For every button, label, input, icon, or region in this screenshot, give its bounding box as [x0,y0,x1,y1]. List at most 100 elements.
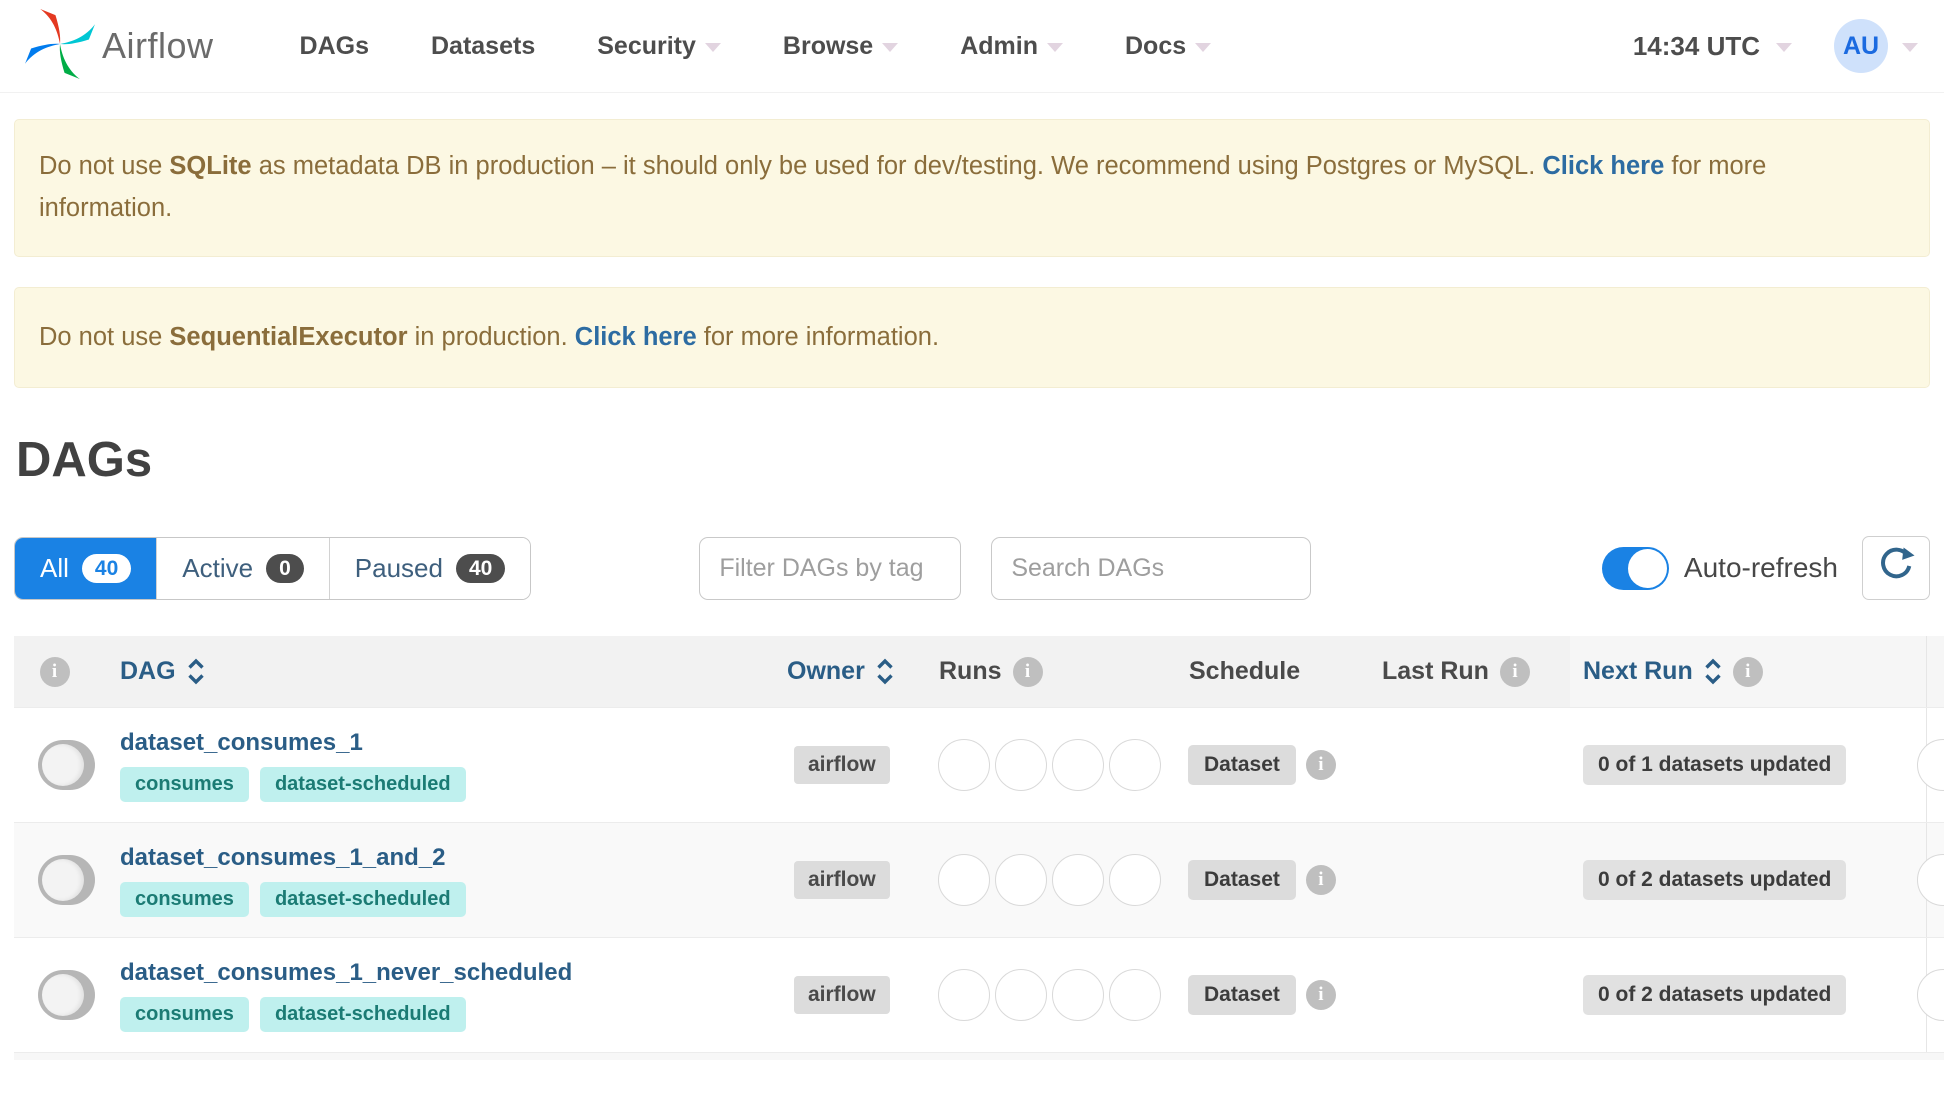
dag-pause-toggle[interactable] [38,740,95,791]
user-avatar[interactable]: AU [1834,19,1888,73]
nav-item-datasets[interactable]: Datasets [431,32,535,61]
run-status-circle[interactable] [1052,854,1104,907]
refresh-icon [1877,547,1915,590]
alert-text: Do not use [39,322,170,351]
airflow-pinwheel-icon [22,6,98,87]
info-icon[interactable]: i [1499,656,1530,687]
run-status-circle[interactable] [938,854,990,907]
next-row-edge [14,1052,1944,1061]
recent-tasks-cell [1917,938,1944,1053]
tab-count-badge: 40 [455,553,506,583]
sqlite-warning-banner: Do not use SQLite as metadata DB in prod… [14,119,1930,257]
column-header-last-run: Last Run i [1375,636,1570,707]
chevron-down-icon[interactable] [1776,43,1792,52]
schedule-badge[interactable]: Dataset [1188,745,1296,786]
tag-chip[interactable]: dataset-scheduled [259,766,466,802]
next-run-badge: 0 of 1 datasets updated [1583,745,1847,786]
sort-icon [876,658,894,685]
info-icon[interactable]: i [39,656,70,687]
schedule-badge[interactable]: Dataset [1188,975,1296,1016]
click-here-link[interactable]: Click here [575,323,697,351]
dag-link[interactable]: dataset_consumes_1_and_2 [120,844,446,872]
click-here-link[interactable]: Click here [1542,152,1664,180]
dag-table: i DAG Owner Runs i Schedule Last Run i N… [14,636,1944,1061]
nav-item-dags[interactable]: DAGs [300,32,369,61]
tag-filter-input[interactable] [699,536,962,600]
info-icon[interactable]: i [1012,656,1043,687]
chevron-down-icon [1047,43,1063,52]
run-status-circle[interactable] [1109,739,1161,792]
run-status-circle[interactable] [1109,969,1161,1022]
nav-item-admin[interactable]: Admin [960,32,1063,61]
tab-all[interactable]: All 40 [15,537,157,599]
dag-link[interactable]: dataset_consumes_1_never_scheduled [120,959,572,987]
sort-icon [187,658,205,685]
info-icon[interactable]: i [1305,980,1336,1011]
owner-badge[interactable]: airflow [794,976,890,1015]
run-status-circle[interactable] [1052,969,1104,1022]
nav-item-docs[interactable]: Docs [1125,32,1212,61]
column-header-schedule: Schedule [1185,636,1375,707]
toggle-knob [1627,548,1667,588]
tag-chip[interactable]: dataset-scheduled [259,996,466,1032]
column-label: Next Run [1583,657,1693,686]
schedule-cell: Dataset i [1185,823,1375,937]
utc-clock[interactable]: 14:34 UTC [1633,31,1760,62]
chevron-down-icon[interactable] [1902,43,1918,52]
page-title: DAGs [16,433,153,488]
column-header-dag[interactable]: DAG [95,636,775,707]
info-icon[interactable]: i [1732,656,1763,687]
owner-badge[interactable]: airflow [794,746,890,785]
run-status-circle[interactable] [995,969,1047,1022]
run-status-circle[interactable] [995,739,1047,792]
tag-chip[interactable]: consumes [120,881,249,917]
run-status-circle[interactable] [1052,739,1104,792]
airflow-brand[interactable]: Airflow [22,6,214,87]
column-header-owner[interactable]: Owner [775,636,935,707]
nav-item-browse[interactable]: Browse [782,31,899,61]
alert-text: for more information. [696,322,940,351]
tab-label: Paused [354,552,443,583]
nav-item-label: Datasets [431,31,536,60]
chevron-down-icon [882,43,899,52]
column-label: Runs [939,657,1002,686]
dag-pause-toggle[interactable] [38,855,95,906]
dag-link[interactable]: dataset_consumes_1 [120,729,363,757]
refresh-button[interactable] [1862,536,1930,601]
autorefresh-toggle[interactable] [1601,546,1669,590]
tag-chip[interactable]: consumes [120,766,249,802]
run-status-circle[interactable] [938,969,990,1022]
tab-count-badge: 0 [266,553,304,583]
tag-chip[interactable]: dataset-scheduled [259,881,466,917]
dag-tags: consumes dataset-scheduled [120,996,466,1032]
recent-tasks-cell [1917,823,1944,938]
nav-item-label: Browse [782,31,874,60]
next-run-cell: 0 of 2 datasets updated [1570,938,1926,1052]
dag-cell: dataset_consumes_1_and_2 consumes datase… [95,823,775,937]
owner-badge[interactable]: airflow [794,861,890,900]
alert-strong-text: SQLite [169,152,252,180]
column-label: Owner [787,657,865,686]
tab-paused[interactable]: Paused 40 [328,537,531,599]
column-label: DAG [120,657,176,686]
search-dags-input[interactable] [991,536,1312,600]
run-status-circle[interactable] [1109,854,1161,907]
chevron-down-icon [1195,43,1212,52]
schedule-badge[interactable]: Dataset [1188,860,1296,901]
runs-cell [935,938,1185,1052]
run-status-circle[interactable] [938,739,990,792]
nav-item-label: Security [597,31,696,60]
tag-chip[interactable]: consumes [120,996,249,1032]
next-run-cell: 0 of 2 datasets updated [1570,823,1926,937]
dag-filter-tabs: All 40 Active 0 Paused 40 [14,536,532,600]
alert-text: Do not use [39,152,170,180]
column-header-next-run[interactable]: Next Run i [1570,636,1926,708]
brand-title: Airflow [102,25,214,66]
run-status-circle[interactable] [995,854,1047,907]
top-navbar: Airflow DAGs Datasets Security Browse Ad… [0,0,1944,93]
nav-item-security[interactable]: Security [597,32,721,61]
info-icon[interactable]: i [1305,750,1336,781]
info-icon[interactable]: i [1305,865,1336,896]
dag-pause-toggle[interactable] [38,970,95,1021]
tab-active[interactable]: Active 0 [156,537,329,599]
